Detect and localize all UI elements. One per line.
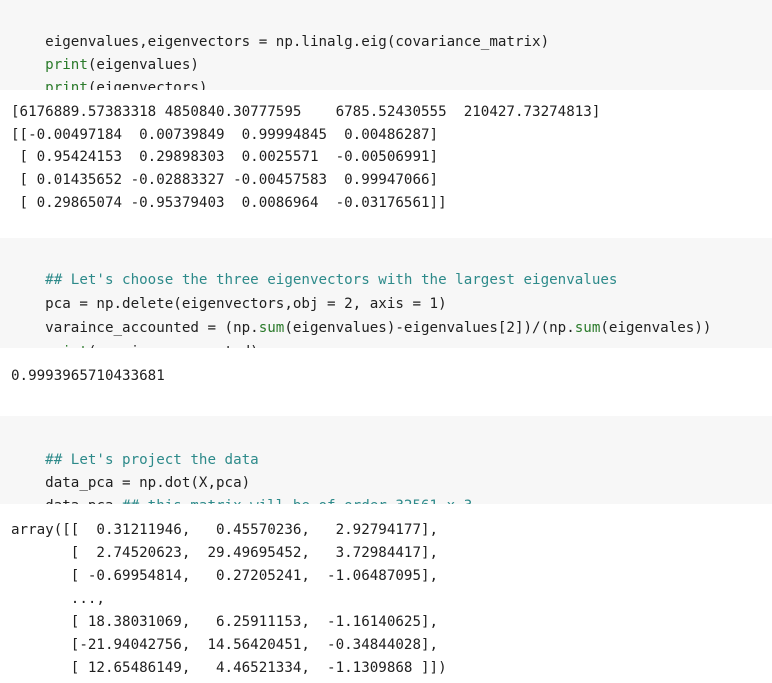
code-line: data_pca ## this matrix will be of order… <box>11 472 472 514</box>
output-line: [ 0.29865074 -0.95379403 0.0086964 -0.03… <box>11 195 447 211</box>
output-line: [ 0.95424153 0.29898303 0.0025571 -0.005… <box>11 149 439 165</box>
output-line: [ 0.01435652 -0.02883327 -0.00457583 0.9… <box>11 172 439 188</box>
code-cell-1-input[interactable]: eigenvalues,eigenvectors = np.linalg.eig… <box>0 0 772 96</box>
output-line: [6176889.57383318 4850840.30777595 6785.… <box>11 104 601 120</box>
code-token: (eigenvales)) <box>600 320 712 336</box>
output-line: [ 18.38031069, 6.25911153, -1.16140625], <box>11 614 439 630</box>
code-line: pca = np.delete(eigenvectors,obj = 2, ax… <box>11 270 446 312</box>
output-line: array([[ 0.31211946, 0.45570236, 2.92794… <box>11 522 439 538</box>
output-line: [ 12.65486149, 4.46521334, -1.1309868 ]]… <box>11 660 447 676</box>
output-line: [-21.94042756, 14.56420451, -0.34844028]… <box>11 637 439 653</box>
code-line: print(eigenvalues) <box>11 31 199 73</box>
builtin-token: sum <box>574 320 601 336</box>
code-line: print(varaince_accounted) <box>11 318 259 360</box>
output-line: [[-0.00497184 0.00739849 0.99994845 0.00… <box>11 127 439 143</box>
code-cell-2-output: 0.9993965710433681 <box>0 348 772 400</box>
code-cell-2-input[interactable]: ## Let's choose the three eigenvectors w… <box>0 238 772 360</box>
code-line: eigenvalues,eigenvectors = np.linalg.eig… <box>11 8 549 50</box>
code-line: ## Let's choose the three eigenvectors w… <box>11 246 617 288</box>
code-cell-1-output: [6176889.57383318 4850840.30777595 6785.… <box>0 90 772 220</box>
code-line: print(eigenvectors) <box>11 54 207 96</box>
code-token: (eigenvalues)-eigenvalues[2])/(np. <box>284 320 575 336</box>
output-line: ..., <box>11 591 105 607</box>
builtin-token: sum <box>258 320 285 336</box>
code-line: varaince_accounted = (np.sum(eigenvalues… <box>11 294 711 336</box>
output-line: [ 2.74520623, 29.49695452, 3.72984417], <box>11 545 439 561</box>
output-line: [ -0.69954814, 0.27205241, -1.06487095], <box>11 568 439 584</box>
code-line: ## Let's project the data <box>11 426 259 468</box>
code-line: data_pca = np.dot(X,pca) <box>11 449 250 491</box>
output-line: 0.9993965710433681 <box>11 368 165 384</box>
code-cell-3-input[interactable]: ## Let's project the data data_pca = np.… <box>0 416 772 514</box>
code-cell-3-output: array([[ 0.31211946, 0.45570236, 2.92794… <box>0 504 772 683</box>
